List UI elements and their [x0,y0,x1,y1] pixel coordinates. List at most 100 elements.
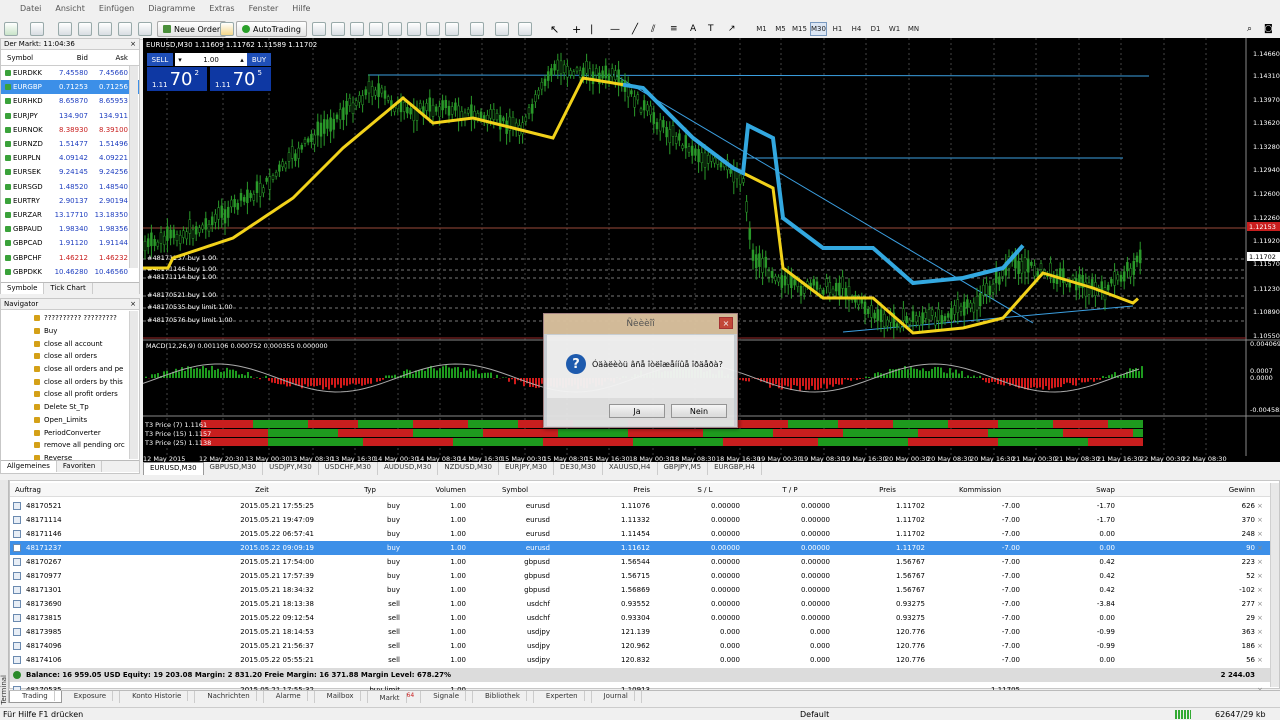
chart-tab[interactable]: EURGBP,H4 [708,462,762,475]
profiles-icon[interactable] [30,21,44,37]
close-icon[interactable]: × [130,300,139,308]
market-watch-row[interactable]: EURNOK 8.38930 8.39100 [1,123,139,137]
timeframe-m30[interactable]: M30 [810,22,827,36]
text-label-icon[interactable]: T [708,21,714,37]
table-row[interactable]: 48171237 2015.05.22 09:09:19 buy 1.00 eurusd… [10,541,1272,555]
menu-item[interactable]: Hilfe [292,4,310,13]
menu-item[interactable]: Einfügen [99,4,134,13]
trendline-icon[interactable]: ╱ [632,21,638,37]
fibonacci-icon[interactable]: ≡ [670,21,678,37]
zoom-out-icon[interactable] [388,21,402,37]
new-chart-icon[interactable] [4,21,18,37]
market-watch-row[interactable]: EURZAR 13.17710 13.18350 [1,208,139,222]
chart-shift-icon[interactable] [445,21,459,37]
column-header[interactable]: Typ [340,483,400,497]
column-symbol[interactable]: Symbol [1,54,47,62]
tab-favorites[interactable]: Favoriten [57,461,103,472]
chart-tab[interactable]: USDCHF,M30 [319,462,378,475]
chart-tab[interactable]: DE30,M30 [554,462,603,475]
tab-symbols[interactable]: Symbole [1,283,45,294]
close-icon[interactable]: × [1257,545,1264,552]
timeframe-m1[interactable]: M1 [753,22,770,36]
market-watch-row[interactable]: EURTRY 2.90137 2.90194 [1,194,139,208]
sell-price-box[interactable]: 1.11 70 2 [147,67,207,91]
chart-tab[interactable]: AUDUSD,M30 [378,462,439,475]
menu-item[interactable]: Ansicht [55,4,85,13]
market-watch-row[interactable]: GBPAUD 1.98340 1.98356 [1,222,139,236]
navigator-script-item[interactable]: PeriodConverter [1,426,139,439]
buy-button[interactable]: BUY [247,53,271,66]
navigator-script-item[interactable]: Delete St_Tp [1,401,139,414]
terminal-tab[interactable]: Bibliothek [473,691,534,703]
market-watch-row[interactable]: GBPDKK 10.46280 10.46560 [1,265,139,279]
menu-item[interactable]: Extras [209,4,234,13]
table-row[interactable]: 48171114 2015.05.21 19:47:09 buy 1.00 eurusd… [10,513,1272,527]
timeframe-d1[interactable]: D1 [867,22,884,36]
table-row[interactable]: 48170977 2015.05.21 17:57:39 buy 1.00 gbpusd… [10,569,1272,583]
navigator-scrollbar[interactable] [129,311,138,459]
close-icon[interactable]: × [1257,531,1264,538]
terminal-icon[interactable] [118,21,132,37]
market-watch-row[interactable]: EURJPY 134.907 134.911 [1,109,139,123]
lot-size-input[interactable]: 1.00 [185,53,237,66]
chart-tab[interactable]: XAUUSD,H4 [603,462,658,475]
timeframe-h4[interactable]: H4 [848,22,865,36]
market-watch-icon[interactable] [58,21,72,37]
sell-button[interactable]: SELL [147,53,173,66]
timeframe-m5[interactable]: M5 [772,22,789,36]
close-icon[interactable]: × [1257,573,1264,580]
chart-tab[interactable]: NZDUSD,M30 [438,462,499,475]
zoom-in-icon[interactable] [369,21,383,37]
market-watch-scrollbar[interactable] [129,66,138,268]
chart-tab[interactable]: EURUSD,M30 [143,462,204,475]
market-watch-row[interactable]: EURHKD 8.65870 8.65953 [1,94,139,108]
community-icon[interactable]: ◙ [1264,21,1273,37]
close-icon[interactable]: × [130,40,139,48]
column-header[interactable]: Auftrag [15,483,75,497]
market-watch-row[interactable]: EURGBP 0.71253 0.71256 [1,80,139,95]
table-row[interactable]: 48173815 2015.05.22 09:12:54 sell 1.00 usdch… [10,611,1272,625]
lot-increase-button[interactable]: ▴ [237,53,247,66]
column-bid[interactable]: Bid [47,54,90,62]
close-icon[interactable]: × [1257,629,1264,636]
column-header[interactable]: Volumen [410,483,466,497]
close-icon[interactable]: × [1257,643,1264,650]
candlestick-icon[interactable] [331,21,345,37]
close-icon[interactable]: × [1257,615,1264,622]
column-header[interactable]: T / P [750,483,830,497]
tab-tick-chart[interactable]: Tick Chart [44,283,93,294]
terminal-tab[interactable]: Exposure [62,691,121,703]
search-icon[interactable]: ⌕ [1247,21,1252,37]
autoscroll-icon[interactable] [426,21,440,37]
menu-item[interactable]: Diagramme [148,4,195,13]
close-icon[interactable]: × [1257,657,1264,664]
line-chart-icon[interactable] [350,21,364,37]
terminal-tab[interactable]: Nachrichten [195,691,264,703]
terminal-scrollbar[interactable] [1270,483,1279,687]
indicators-icon[interactable] [470,21,484,37]
bar-chart-icon[interactable] [312,21,326,37]
market-watch-row[interactable]: EURPLN 4.09142 4.09221 [1,151,139,165]
menu-item[interactable]: Fenster [249,4,279,13]
tab-general[interactable]: Allgemeines [1,461,57,472]
close-icon[interactable]: × [1257,559,1264,566]
navigator-script-item[interactable]: close all orders and pe [1,363,139,376]
templates-icon[interactable] [518,21,532,37]
metaeditor-icon[interactable] [220,21,234,37]
horizontal-line-icon[interactable]: — [610,21,620,37]
chart-tab[interactable]: GBPJPY,M5 [658,462,709,475]
table-row[interactable]: 48171146 2015.05.22 06:57:41 buy 1.00 eurusd… [10,527,1272,541]
terminal-tab[interactable]: Mailbox [315,691,368,703]
yes-button[interactable]: Ja [609,404,665,418]
navigator-icon[interactable] [98,21,112,37]
market-watch-row[interactable]: EURSGD 1.48520 1.48540 [1,180,139,194]
new-order-button[interactable]: Neue Order [157,21,227,37]
chart-tab[interactable]: EURJPY,M30 [499,462,554,475]
terminal-tab[interactable]: Alarme [264,691,315,703]
column-header[interactable]: Kommission [940,483,1020,497]
column-header[interactable]: Symbol [480,483,550,497]
navigator-script-item[interactable]: close all account [1,337,139,350]
terminal-tab[interactable]: Journal [592,691,642,703]
column-header[interactable]: Preis [850,483,925,497]
text-icon[interactable]: A [690,21,696,37]
